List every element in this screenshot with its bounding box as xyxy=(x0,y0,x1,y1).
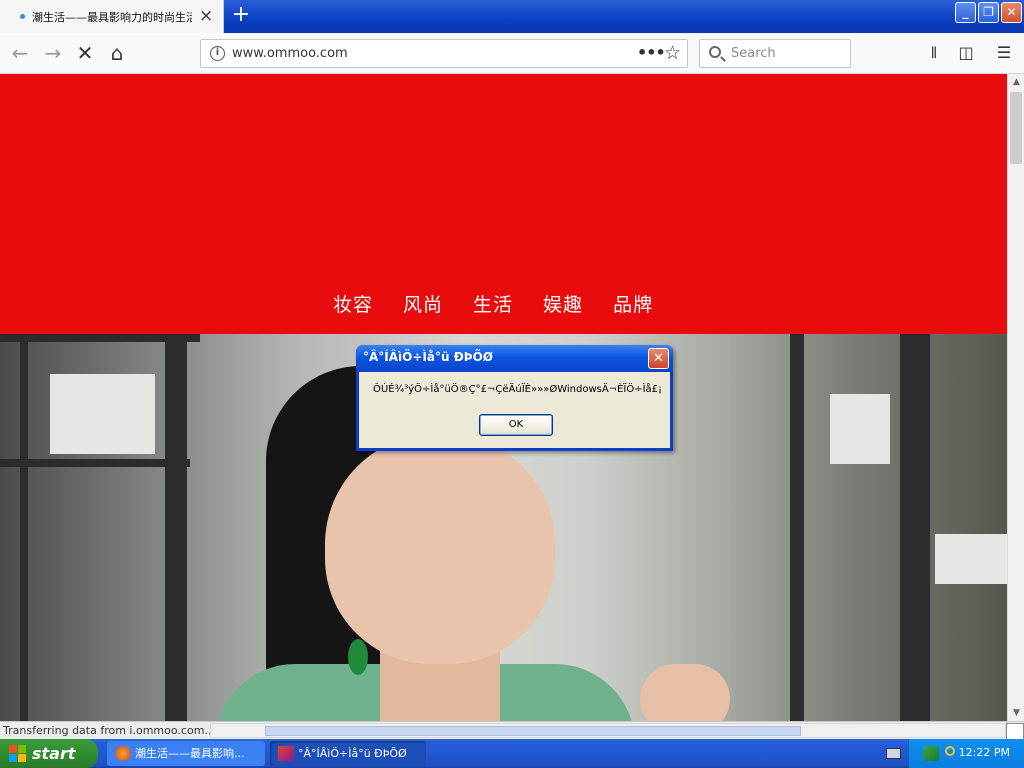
back-icon[interactable]: ← xyxy=(6,39,34,67)
close-tab-icon[interactable]: × xyxy=(199,8,213,25)
bookmark-star-icon[interactable]: ☆ xyxy=(664,42,681,64)
person-face xyxy=(325,434,555,664)
stop-icon[interactable]: ✕ xyxy=(71,39,99,67)
scroll-thumb[interactable] xyxy=(1010,92,1022,164)
taskbar-item-label: 潮生活——最具影响... xyxy=(135,747,245,760)
home-icon[interactable]: ⌂ xyxy=(103,39,131,67)
network-icon[interactable] xyxy=(923,746,939,761)
alert-dialog: °Â°ÍÂìÖ÷Ìå°ü ÐÞÕØ ✕ ÔÚÉ¾³ýÖ÷Ìå°üÖ®Ç°£¬Çë… xyxy=(356,345,673,451)
dialog-titlebar[interactable]: °Â°ÍÂìÖ÷Ìå°ü ÐÞÕØ ✕ xyxy=(356,345,673,372)
jade-earring xyxy=(348,639,368,675)
taskbar: start 潮生活——最具影响... °Â°ÍÂìÖ÷Ìå°ü ÐÞÕØ 12:… xyxy=(0,739,1024,768)
shelf-post xyxy=(900,334,930,721)
tab-title: 潮生活——最具影响力的时尚生活 xyxy=(32,10,192,24)
windows-logo-icon xyxy=(9,745,27,763)
dialog-close-icon[interactable]: ✕ xyxy=(648,348,669,369)
restore-button[interactable]: ❐ xyxy=(978,2,999,23)
search-icon xyxy=(709,46,721,58)
shelf-post xyxy=(790,334,804,721)
taskbar-item-browser[interactable]: 潮生活——最具影响... xyxy=(107,741,265,766)
clock: 12:22 PM xyxy=(958,746,1010,759)
background-window xyxy=(50,374,155,454)
horizontal-scroll-thumb[interactable] xyxy=(265,726,801,736)
horizontal-scrollbar[interactable] xyxy=(210,723,1006,738)
nav-item-life[interactable]: 生活 xyxy=(473,290,513,317)
taskbar-item-label: °Â°ÍÂìÖ÷Ìå°ü ÐÞÕØ xyxy=(298,747,407,760)
status-text: Transferring data from i.ommoo.com... xyxy=(3,724,215,737)
site-navigation: 妆容 风尚 生活 娱趣 品牌 xyxy=(333,290,653,317)
nav-item-entertainment[interactable]: 娱趣 xyxy=(543,290,583,317)
dialog-title: °Â°ÍÂìÖ÷Ìå°ü ÐÞÕØ xyxy=(363,350,494,364)
new-tab-button[interactable]: + xyxy=(230,4,252,28)
window-close-button[interactable]: ✕ xyxy=(1001,2,1022,23)
vertical-scrollbar[interactable]: ▲ ▼ xyxy=(1007,74,1024,721)
theme-app-icon xyxy=(278,746,294,761)
nav-item-makeup[interactable]: 妆容 xyxy=(333,290,373,317)
dialog-message: ÔÚÉ¾³ýÖ÷Ìå°üÖ®Ç°£¬ÇëÄúÏÈ»»»ØWindowsÄ¬ÈÏÖ… xyxy=(373,384,663,395)
header-banner: 妆容 风尚 生活 娱趣 品牌 xyxy=(0,74,1007,334)
start-label: start xyxy=(32,744,76,763)
library-icon[interactable]: 𝍪 xyxy=(922,40,946,66)
sidebar-icon[interactable]: ◫ xyxy=(954,40,978,66)
scroll-up-icon[interactable]: ▲ xyxy=(1008,74,1024,90)
shelf-bar xyxy=(0,459,190,467)
status-bar: Transferring data from i.ommoo.com... xyxy=(0,721,1024,740)
nav-item-brand[interactable]: 品牌 xyxy=(613,290,653,317)
scroll-corner xyxy=(1006,723,1024,740)
url-text[interactable]: www.ommoo.com xyxy=(232,46,348,61)
more-icon[interactable]: ••• xyxy=(637,43,666,62)
background-window xyxy=(935,534,1007,584)
start-button[interactable]: start xyxy=(0,739,98,768)
person-hand xyxy=(640,664,730,721)
shelf-post xyxy=(20,334,28,721)
forward-icon[interactable]: → xyxy=(39,39,67,67)
search-icon[interactable] xyxy=(943,746,959,761)
browser-titlebar: 潮生活——最具影响力的时尚生活 × + _ ❐ ✕ xyxy=(0,0,1024,33)
search-input[interactable]: Search xyxy=(699,39,851,68)
minimize-button[interactable]: _ xyxy=(955,2,976,23)
browser-tab[interactable]: 潮生活——最具影响力的时尚生活 × xyxy=(0,0,224,33)
nav-item-fashion[interactable]: 风尚 xyxy=(403,290,443,317)
keyboard-icon[interactable] xyxy=(886,748,901,759)
background-window xyxy=(830,394,890,464)
search-placeholder: Search xyxy=(731,46,776,61)
shelf-post xyxy=(165,334,187,721)
taskbar-item-dialog[interactable]: °Â°ÍÂìÖ÷Ìå°ü ÐÞÕØ xyxy=(270,741,426,766)
menu-icon[interactable]: ☰ xyxy=(992,40,1016,66)
loading-indicator-icon xyxy=(20,14,25,19)
address-bar[interactable]: i www.ommoo.com ••• ☆ xyxy=(200,39,688,68)
scroll-down-icon[interactable]: ▼ xyxy=(1008,705,1024,721)
navigation-toolbar: ← → ✕ ⌂ i www.ommoo.com ••• ☆ Search 𝍪 ◫… xyxy=(0,33,1024,74)
info-icon[interactable]: i xyxy=(210,46,225,61)
system-tray: 12:22 PM xyxy=(908,739,1024,768)
browser-app-icon xyxy=(115,746,131,761)
ok-button[interactable]: OK xyxy=(479,414,553,436)
